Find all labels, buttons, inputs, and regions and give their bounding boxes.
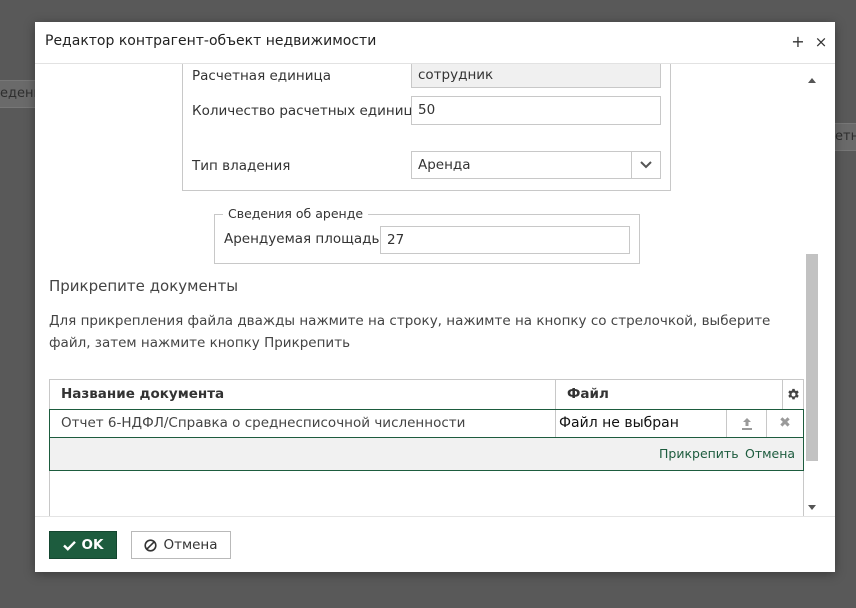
count-field[interactable]: 50 bbox=[411, 96, 661, 125]
column-header-file[interactable]: Файл bbox=[556, 380, 783, 409]
dialog-title: Редактор контрагент-объект недвижимости bbox=[45, 33, 377, 49]
gear-icon[interactable] bbox=[783, 380, 803, 409]
unit-field: сотрудник bbox=[411, 64, 661, 88]
ownership-label: Тип владения bbox=[192, 158, 291, 174]
remove-icon[interactable]: ✖ bbox=[767, 410, 803, 437]
ok-button-label: OK bbox=[81, 537, 104, 553]
upload-icon[interactable] bbox=[727, 410, 767, 437]
table-row[interactable]: Отчет 6-НДФЛ/Справка о среднесписочной ч… bbox=[49, 409, 804, 438]
unit-label: Расчетная единица bbox=[192, 68, 331, 84]
scroll-down-icon[interactable] bbox=[808, 505, 816, 510]
column-header-name[interactable]: Название документа bbox=[50, 380, 556, 409]
attach-hint: Для прикрепления файла дважды нажмите на… bbox=[49, 313, 771, 351]
document-name-cell: Отчет 6-НДФЛ/Справка о среднесписочной ч… bbox=[50, 410, 556, 437]
scroll-up-icon[interactable] bbox=[808, 78, 816, 83]
attach-section-title: Прикрепите документы bbox=[49, 277, 239, 295]
cancel-button-label: Отмена bbox=[163, 537, 218, 553]
grid-header: Название документа Файл bbox=[50, 380, 803, 410]
dialog-content: Расчетная единица сотрудник Количество р… bbox=[35, 64, 821, 516]
dialog: Редактор контрагент-объект недвижимости … bbox=[35, 22, 835, 572]
file-cell: Файл не выбран bbox=[556, 410, 727, 437]
plus-icon[interactable]: + bbox=[789, 31, 807, 53]
area-field[interactable]: 27 bbox=[380, 226, 630, 254]
documents-grid: Название документа Файл Отчет 6-НДФЛ/Спр… bbox=[49, 379, 804, 516]
scrollbar-thumb[interactable] bbox=[806, 254, 818, 461]
background-text-fragment: етн bbox=[835, 123, 856, 151]
ok-button[interactable]: OK bbox=[49, 531, 117, 559]
background-text-fragment: едени bbox=[0, 80, 36, 108]
lease-legend: Сведения об аренде bbox=[223, 206, 369, 221]
count-label: Количество расчетных единиц bbox=[192, 103, 413, 119]
area-label: Арендуемая площадь bbox=[224, 231, 380, 247]
cancel-circle-icon bbox=[144, 538, 158, 552]
check-icon bbox=[62, 540, 76, 551]
vertical-scrollbar[interactable] bbox=[805, 64, 820, 516]
chevron-down-icon[interactable] bbox=[631, 152, 660, 178]
dialog-titlebar: Редактор контрагент-объект недвижимости … bbox=[35, 22, 835, 64]
row-cancel-link[interactable]: Отмена bbox=[745, 446, 795, 461]
dialog-footer: OK Отмена bbox=[35, 516, 835, 572]
row-actions-bar: Прикрепить Отмена bbox=[49, 438, 804, 471]
ownership-select[interactable]: Аренда bbox=[411, 151, 661, 179]
ownership-value: Аренда bbox=[418, 157, 471, 173]
close-icon[interactable]: × bbox=[812, 31, 830, 53]
cancel-button[interactable]: Отмена bbox=[131, 531, 231, 559]
attach-link[interactable]: Прикрепить bbox=[659, 446, 739, 461]
